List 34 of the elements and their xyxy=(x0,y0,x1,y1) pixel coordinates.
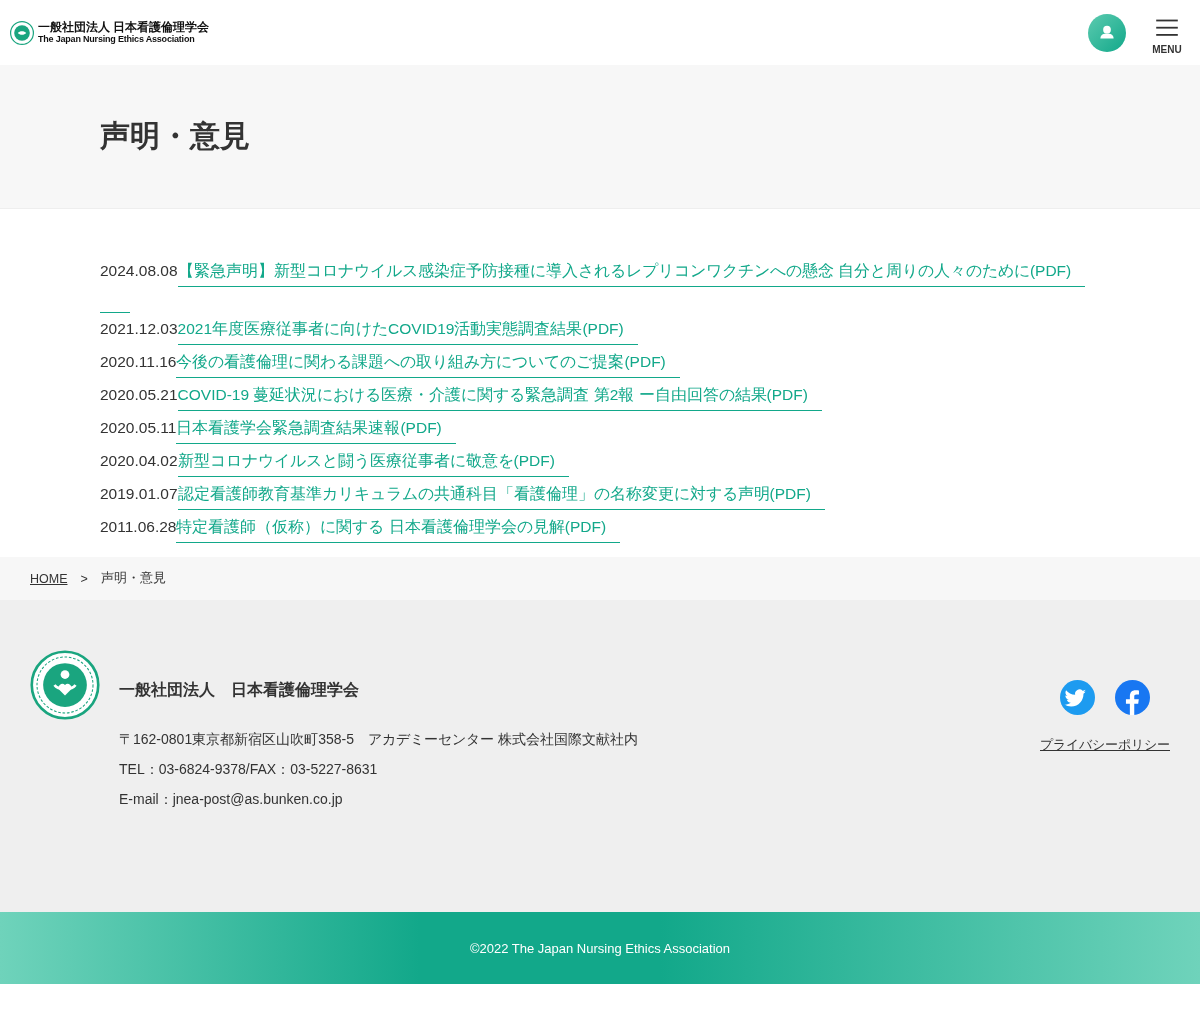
statement-date: 2020.05.11 xyxy=(100,418,177,438)
address-text: 〒162-0801東京都新宿区山吹町358-5 アカデミーセンター 株式会社国際文献社内 xyxy=(119,730,638,749)
statement-link[interactable]: COVID-19 蔓延状況における医療・介護に関する緊急調査 第2報 ー自由回答の結果(PDF) xyxy=(177,385,822,411)
breadcrumb-current: 声明・意見 xyxy=(100,570,166,587)
menu-button[interactable]: MENU xyxy=(1152,16,1182,55)
logo-emblem-icon[interactable] xyxy=(10,20,34,45)
breadcrumb-home-link[interactable]: HOME xyxy=(30,571,68,586)
breadcrumb-separator: > xyxy=(80,571,88,586)
statement-date: 2021.12.03 xyxy=(100,319,178,339)
bird-icon[interactable] xyxy=(1060,680,1095,715)
statement-link[interactable]: 認定看護師教育基準カリキュラムの共通科目「看護倫理」の名称変更に対する声明(PDF) xyxy=(177,484,825,510)
privacy-policy-link[interactable]: プライバシーポリシー xyxy=(1040,737,1170,754)
phone-fax-text: TEL：03-6824-9378/FAX：03-5227-8631 xyxy=(119,760,379,779)
statement-link[interactable]: 【緊急声明】新型コロナウイルス感染症予防接種に導入されるレプリコンワクチンへの懸念 自分と周りの人々のために(PDF) xyxy=(177,261,1086,287)
statement-date: 2019.01.07 xyxy=(100,484,178,504)
statement-link[interactable]: 日本看護学会緊急調査結果速報(PDF) xyxy=(176,418,456,444)
statement-link[interactable]: 2021年度医療従事者に向けたCOVID19活動実態調査結果(PDF) xyxy=(177,319,638,345)
statement-link[interactable]: 特定看護師（仮称）に関する 日本看護倫理学会の見解(PDF) xyxy=(176,517,621,543)
statement-date: 2011.06.28 xyxy=(100,517,177,537)
copyright-text: ©2022 The Japan Nursing Ethics Association xyxy=(0,912,1200,984)
statement-date: 2020.11.16 xyxy=(100,352,177,372)
statement-link[interactable]: 新型コロナウイルスと闘う医療従事者に敬意を(PDF) xyxy=(177,451,569,477)
member-button[interactable] xyxy=(1088,13,1126,52)
email-text: E-mail：jnea-post@as.bunken.co.jp xyxy=(119,790,344,809)
logo-title[interactable]: 一般社団法人 日本看護倫理学会 xyxy=(38,20,210,33)
logo-subtitle[interactable]: The Japan Nursing Ethics Association xyxy=(38,32,210,45)
statement-date: 2020.04.02 xyxy=(100,451,178,471)
page-title: 声明・意見 xyxy=(100,118,250,154)
statement-link[interactable]: 今後の看護倫理に関わる課題への取り組み方についてのご提案(PDF) xyxy=(176,352,680,378)
organization-name: 一般社団法人 日本看護倫理学会 xyxy=(119,680,360,700)
facebook-icon[interactable] xyxy=(1115,680,1150,715)
statement-date: 2024.08.08 xyxy=(100,261,178,281)
statement-date: 2020.05.21 xyxy=(100,385,178,405)
emblem-drawing xyxy=(30,650,100,720)
